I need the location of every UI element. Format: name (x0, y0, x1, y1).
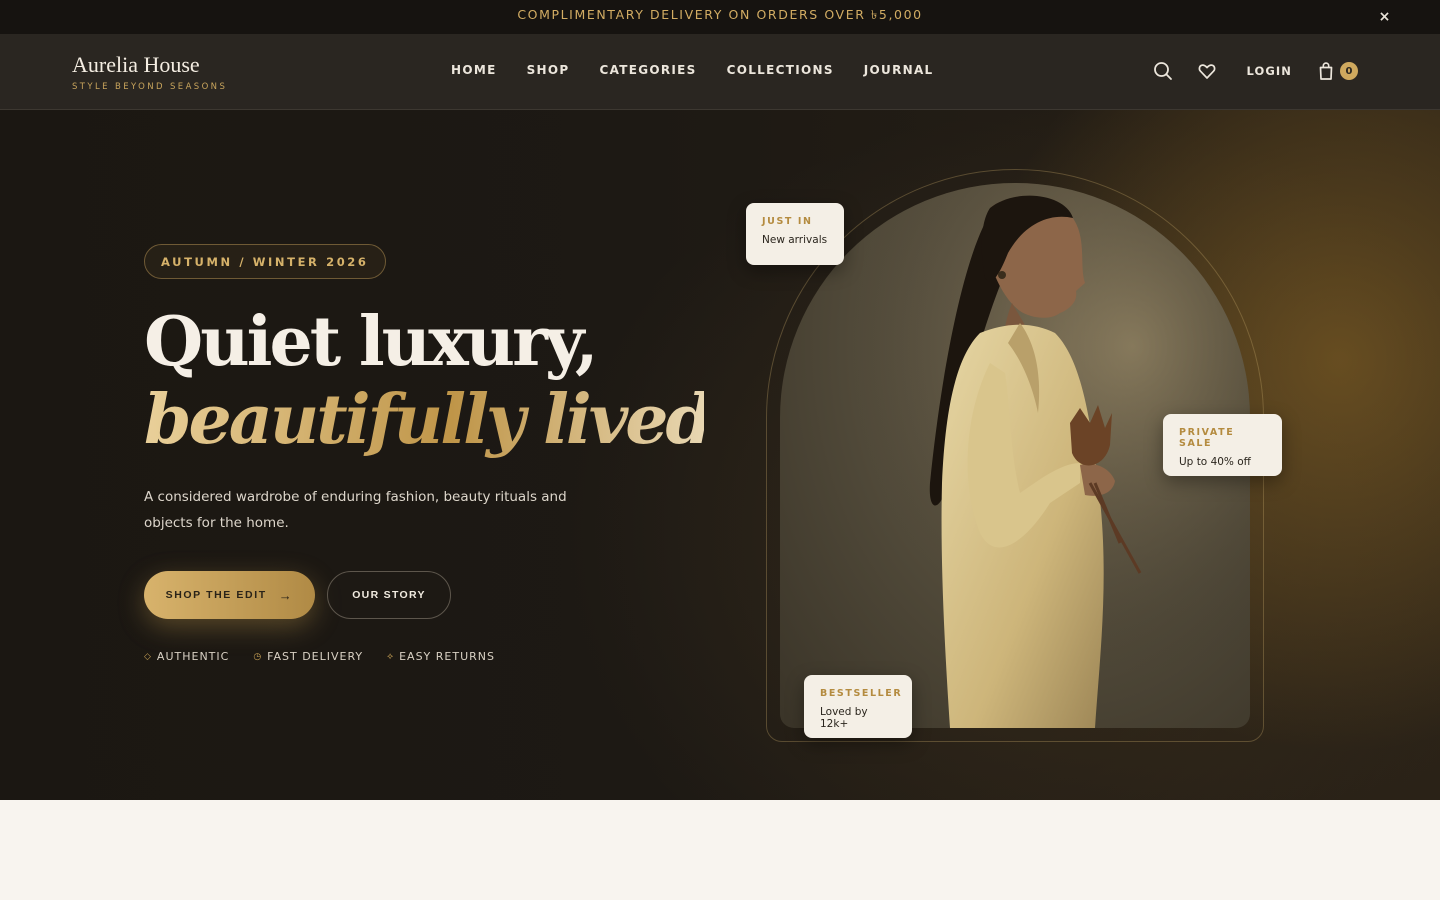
feature-fast-delivery: ◷ FAST DELIVERY (253, 650, 363, 663)
diamond-icon: ◇ (144, 651, 152, 662)
shop-the-edit-button[interactable]: SHOP THE EDIT → (144, 571, 315, 619)
hero-description: A considered wardrobe of enduring fashio… (144, 489, 567, 531)
nav-collections[interactable]: COLLECTIONS (727, 63, 834, 77)
nav-journal[interactable]: JOURNAL (864, 63, 934, 77)
card-text: Loved by 12k+ (820, 706, 868, 730)
login-link[interactable]: LOGIN (1246, 64, 1292, 78)
brand-tagline: STYLE BEYOND SEASONS (72, 82, 228, 92)
arrow-right-icon: → (278, 587, 294, 603)
hero-section: AUTUMN / WINTER 2026 Quiet luxury, beaut… (0, 110, 1440, 800)
nav-home[interactable]: HOME (451, 63, 497, 77)
hero-headline: Quiet luxury, beautifully lived. (144, 302, 734, 460)
close-icon[interactable]: × (1379, 9, 1392, 25)
heart-icon[interactable] (1196, 60, 1218, 82)
announcement-bar: COMPLIMENTARY DELIVERY ON ORDERS OVER ৳5… (0, 0, 1440, 34)
shop-the-edit-label: SHOP THE EDIT (165, 589, 267, 601)
card-text: Up to 40% off (1179, 456, 1251, 468)
announcement-text: COMPLIMENTARY DELIVERY ON ORDERS OVER ৳5… (517, 7, 923, 22)
cart-button[interactable]: 0 (1318, 61, 1358, 81)
search-icon[interactable] (1152, 60, 1174, 82)
card-eyebrow: JUST IN (762, 216, 813, 227)
feature-label: FAST DELIVERY (267, 650, 364, 663)
bag-icon (1319, 62, 1333, 80)
feature-label: EASY RETURNS (399, 650, 495, 663)
feature-list: ◇ AUTHENTIC ◷ FAST DELIVERY ⟡ EASY RETUR… (144, 650, 495, 663)
brand-name: Aurelia House (72, 52, 200, 77)
bestseller-card[interactable]: BESTSELLER Loved by 12k+ (804, 675, 912, 738)
feature-authentic: ◇ AUTHENTIC (144, 650, 229, 663)
clock-icon: ◷ (253, 651, 263, 662)
private-sale-card[interactable]: PRIVATE SALE Up to 40% off (1163, 414, 1282, 476)
brand-logo[interactable]: Aurelia House STYLE BEYOND SEASONS (72, 52, 227, 92)
card-eyebrow: BESTSELLER (820, 688, 903, 699)
card-eyebrow: PRIVATE SALE (1179, 427, 1235, 449)
headline-line-2: beautifully lived. (144, 380, 734, 460)
headline-line-1: Quiet luxury, (144, 302, 599, 382)
feature-easy-returns: ⟡ EASY RETURNS (387, 650, 495, 663)
next-section (0, 800, 1440, 900)
nav-categories[interactable]: CATEGORIES (599, 63, 696, 77)
sparkle-icon: ⟡ (387, 651, 395, 662)
site-header: Aurelia House STYLE BEYOND SEASONS HOME … (0, 34, 1440, 110)
nav-shop[interactable]: SHOP (527, 63, 570, 77)
season-badge: AUTUMN / WINTER 2026 (144, 244, 386, 279)
main-nav: HOME SHOP CATEGORIES COLLECTIONS JOURNAL (451, 63, 934, 77)
our-story-button[interactable]: OUR STORY (327, 571, 451, 619)
feature-label: AUTHENTIC (156, 650, 230, 663)
header-tools: LOGIN 0 (1152, 60, 1358, 82)
card-text: New arrivals (762, 234, 828, 246)
cart-count-badge: 0 (1340, 62, 1358, 80)
just-in-card[interactable]: JUST IN New arrivals (746, 203, 844, 265)
